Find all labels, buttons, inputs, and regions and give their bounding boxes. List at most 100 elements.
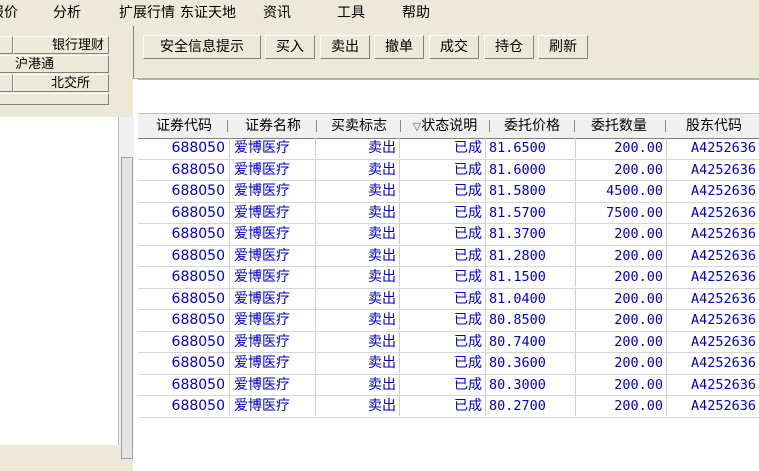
table-row[interactable]: 688050 爱博医疗 卖出 已成 81.3700 200.00 A4252636	[138, 224, 759, 246]
security-info-button[interactable]: 安全信息提示	[143, 35, 261, 59]
cell-buy-sell-flag: 卖出	[316, 331, 400, 352]
cell-buy-sell-flag: 卖出	[316, 159, 400, 180]
table-row[interactable]: 688050 爱博医疗 卖出 已成 81.6500 200.00 A4252636	[138, 138, 759, 160]
column-order-quantity[interactable]: 委托数量	[578, 114, 660, 138]
trades-button[interactable]: 成交	[429, 35, 479, 59]
cell-order-quantity: 200.00	[576, 331, 667, 352]
table-row[interactable]: 688050 爱博医疗 卖出 已成 81.6000 200.00 A4252636	[138, 159, 759, 181]
cell-buy-sell-flag: 卖出	[316, 353, 400, 373]
table-row[interactable]: 688050 爱博医疗 卖出 已成 80.3600 200.00 A4252636	[138, 353, 759, 375]
table-row[interactable]: 688050 爱博医疗 卖出 已成 80.7400 200.00 A4252636	[138, 331, 759, 353]
column-divider[interactable]	[574, 120, 575, 132]
cell-status: 已成	[400, 181, 486, 201]
cell-status: 已成	[400, 224, 486, 244]
cell-order-price: 81.1500	[486, 267, 576, 287]
cell-order-price: 81.2800	[486, 245, 576, 266]
cell-shareholder-code: A4252636	[690, 204, 756, 221]
cell-order-quantity: 200.00	[576, 224, 667, 244]
cell-shareholder-code: A4252636	[690, 376, 756, 393]
cell-status: 已成	[400, 245, 486, 266]
column-shareholder-code[interactable]: 股东代码	[669, 114, 759, 138]
cell-shareholder-code: A4252636	[690, 355, 756, 371]
left-vertical-scrollbar[interactable]	[118, 117, 134, 459]
cell-shareholder-code: A4252636	[690, 312, 756, 328]
cell-buy-sell-flag: 卖出	[316, 181, 400, 201]
cell-buy-sell-flag: 卖出	[316, 224, 400, 244]
cell-order-price: 80.3600	[486, 353, 576, 373]
table-row[interactable]: 688050 爱博医疗 卖出 已成 81.1500 200.00 A4252636	[138, 267, 759, 289]
cell-buy-sell-flag: 卖出	[316, 138, 400, 158]
column-divider[interactable]	[227, 120, 228, 132]
cell-status: 已成	[400, 267, 486, 287]
left-panel-edge-button-2[interactable]	[0, 74, 13, 92]
bank-wealth-button[interactable]: 银行理财	[13, 36, 109, 54]
table-row[interactable]: 688050 爱博医疗 卖出 已成 81.5800 4500.00 A4252636	[138, 181, 759, 203]
cell-order-quantity: 7500.00	[576, 202, 667, 223]
table-row[interactable]: 688050 爱博医疗 卖出 已成 80.2700 200.00 A4252636	[138, 396, 759, 418]
left-panel-spacer	[0, 93, 109, 105]
bse-button[interactable]: 北交所	[13, 74, 109, 92]
filter-triangle-icon: ▽	[412, 120, 422, 133]
cell-security-name: 爱博医疗	[230, 224, 316, 244]
column-security-code[interactable]: 证券代码	[142, 114, 226, 138]
menu-dongzheng-world[interactable]: 东证天地	[180, 3, 236, 23]
positions-button[interactable]: 持仓	[484, 35, 534, 59]
hk-connect-button[interactable]: 沪港通	[0, 55, 109, 73]
table-row[interactable]: 688050 爱博医疗 卖出 已成 81.2800 200.00 A4252636	[138, 245, 759, 267]
cancel-order-button[interactable]: 撤单	[374, 35, 424, 59]
cell-security-name: 爱博医疗	[230, 310, 316, 330]
cell-security-code: 688050	[138, 331, 230, 352]
cell-security-name: 爱博医疗	[230, 288, 316, 309]
order-toolbar: 安全信息提示 买入 卖出 撤单 成交 持仓 刷新	[133, 26, 759, 68]
buy-button[interactable]: 买入	[265, 35, 315, 59]
column-divider[interactable]	[316, 120, 317, 132]
toolbar-divider	[133, 68, 759, 79]
cell-order-price: 81.3700	[486, 224, 576, 244]
menu-help[interactable]: 帮助	[402, 3, 430, 23]
scrollbar-thumb[interactable]	[121, 157, 133, 459]
cell-status: 已成	[400, 288, 486, 309]
menu-analysis[interactable]: 分析	[53, 3, 81, 23]
cell-buy-sell-flag: 卖出	[316, 267, 400, 287]
left-panel-edge-button[interactable]	[0, 36, 13, 54]
cell-shareholder-code: A4252636	[690, 247, 756, 264]
cell-status: 已成	[400, 310, 486, 330]
left-tree-list[interactable]	[0, 117, 119, 445]
column-divider[interactable]	[400, 120, 401, 132]
column-status[interactable]: ▽状态说明	[402, 114, 488, 138]
cell-buy-sell-flag: 卖出	[316, 396, 400, 416]
menu-news[interactable]: 资讯	[263, 3, 291, 23]
info-area	[138, 79, 759, 112]
menu-quotes[interactable]: 报价	[0, 3, 18, 23]
cell-security-name: 爱博医疗	[230, 374, 316, 395]
menu-bar: 报价 分析 扩展行情 东证天地 资讯 工具 帮助	[0, 0, 759, 27]
column-divider[interactable]	[489, 120, 490, 132]
cell-order-price: 81.6500	[486, 138, 576, 158]
cell-status: 已成	[400, 159, 486, 180]
column-buy-sell-flag[interactable]: 买卖标志	[318, 114, 400, 138]
column-security-name[interactable]: 证券名称	[231, 114, 315, 138]
menu-tools[interactable]: 工具	[337, 3, 365, 23]
table-row[interactable]: 688050 爱博医疗 卖出 已成 81.5700 7500.00 A4252636	[138, 202, 759, 224]
sell-button[interactable]: 卖出	[320, 35, 370, 59]
cell-security-name: 爱博医疗	[230, 267, 316, 287]
cell-order-quantity: 4500.00	[576, 181, 667, 201]
column-divider[interactable]	[665, 120, 666, 132]
cell-shareholder-code: A4252636	[690, 183, 756, 199]
cell-buy-sell-flag: 卖出	[316, 245, 400, 266]
menu-extended-quotes[interactable]: 扩展行情	[119, 3, 175, 23]
table-row[interactable]: 688050 爱博医疗 卖出 已成 81.0400 200.00 A4252636	[138, 288, 759, 310]
cell-shareholder-code: A4252636	[690, 290, 756, 307]
cell-order-price: 80.2700	[486, 396, 576, 416]
column-order-price[interactable]: 委托价格	[492, 114, 572, 138]
cell-order-price: 81.0400	[486, 288, 576, 309]
cell-order-price: 80.7400	[486, 331, 576, 352]
cell-order-quantity: 200.00	[576, 374, 667, 395]
refresh-button[interactable]: 刷新	[538, 35, 588, 59]
cell-shareholder-code: A4252636	[690, 140, 756, 156]
cell-order-price: 81.5800	[486, 181, 576, 201]
cell-security-name: 爱博医疗	[230, 331, 316, 352]
table-row[interactable]: 688050 爱博医疗 卖出 已成 80.3000 200.00 A4252636	[138, 374, 759, 396]
table-row[interactable]: 688050 爱博医疗 卖出 已成 80.8500 200.00 A4252636	[138, 310, 759, 332]
cell-status: 已成	[400, 396, 486, 416]
